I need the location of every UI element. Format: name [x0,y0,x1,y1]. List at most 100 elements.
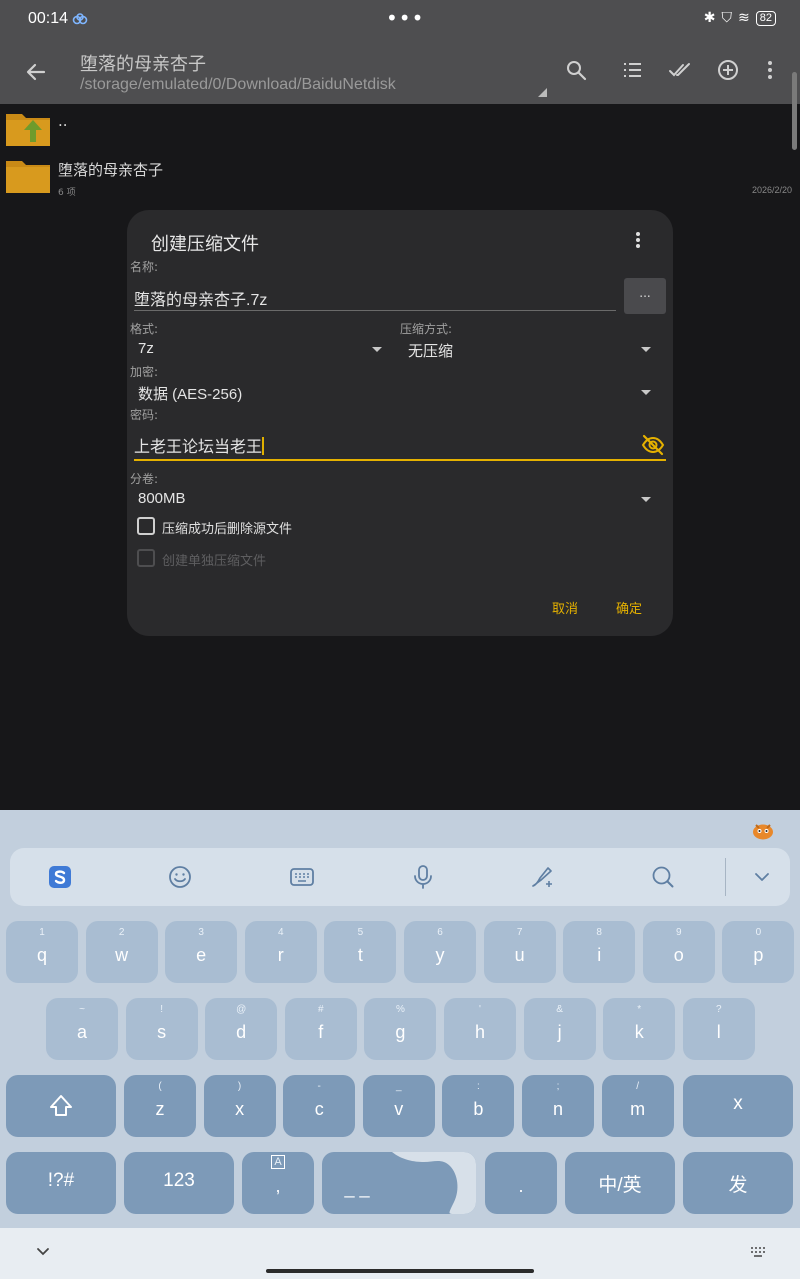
key-u[interactable]: 7u [483,921,556,983]
comma-key[interactable]: A , [242,1152,314,1214]
encryption-select[interactable]: 数据 (AES-256) [127,379,659,405]
key-a[interactable]: ~ a [46,998,118,1060]
key-l[interactable]: ? l [682,998,755,1060]
key-label: h [474,1022,485,1042]
overflow-menu-icon[interactable] [758,58,782,82]
key-hint: % [395,1004,405,1015]
password-input[interactable]: 上老王论坛当老王 [134,430,634,458]
key-label: u [514,945,525,965]
key-label: z [155,1099,165,1119]
key-y[interactable]: 6y [404,921,476,983]
visibility-off-icon[interactable] [641,434,665,456]
key-hint: / [636,1081,639,1092]
period-key[interactable]: . [485,1152,557,1214]
file-row-parent[interactable]: .. [0,108,800,154]
single-archive-checkbox[interactable] [137,549,155,567]
numbers-key[interactable]: 123 [124,1152,234,1214]
add-circle-icon[interactable] [716,58,740,82]
key-w[interactable]: 2w [85,921,158,983]
key-n[interactable]: ; n [522,1075,594,1137]
file-row-folder[interactable]: 堕落的母亲杏子 6 项 2026/2/20 [0,155,800,201]
delete-source-checkbox[interactable] [137,517,155,535]
send-key[interactable]: 发 [683,1152,793,1214]
key-d[interactable]: @ d [205,998,278,1060]
home-handle[interactable] [266,1269,534,1273]
key-k[interactable]: * k [603,998,676,1060]
key-label: o [673,945,684,965]
keyboard-layout-icon[interactable] [288,863,316,891]
method-value: 无压缩 [408,343,454,360]
key-j[interactable]: & j [523,998,596,1060]
dialog-menu-icon[interactable] [631,230,645,250]
shift-key[interactable] [6,1075,116,1137]
key-label: s [157,1022,167,1042]
format-label: 格式: [130,322,159,336]
key-label: g [395,1022,406,1042]
name-underline [134,310,616,311]
search-icon[interactable] [649,863,677,891]
create-archive-dialog: 创建压缩文件 名称: 堕落的母亲杏子.7z ... 格式: 7z 压缩方式: 无… [127,210,673,636]
key-s[interactable]: ! s [125,998,198,1060]
key-hint: 5 [357,927,364,938]
method-label: 压缩方式: [400,322,453,336]
cancel-button[interactable]: 取消 [552,598,578,617]
key-x[interactable]: ) x [203,1075,276,1137]
key-label: w [115,945,129,965]
key-i[interactable]: 8i [563,921,636,983]
select-all-icon[interactable] [668,58,692,82]
format-select[interactable]: 7z [127,336,389,362]
battery-icon: 82 [755,10,776,26]
collapse-keyboard-icon[interactable] [748,863,776,891]
key-hint: 6 [437,927,443,938]
key-b[interactable]: :b [442,1075,515,1137]
back-arrow-icon[interactable] [22,58,50,86]
key-c[interactable]: -c [283,1075,356,1137]
sogou-logo-icon[interactable] [46,863,74,891]
key-r[interactable]: 4r [244,921,317,983]
key-v[interactable]: _ v [362,1075,435,1137]
key-o[interactable]: 9o [642,921,715,983]
volume-label: 分卷: [130,472,159,486]
key-z[interactable]: (z [124,1075,196,1137]
file-name: 堕落的母亲杏子 [58,161,164,179]
archive-name-input[interactable]: 堕落的母亲杏子.7z [134,286,267,310]
handwriting-icon[interactable] [528,863,556,891]
key-m[interactable]: / m [601,1075,674,1137]
key-p[interactable]: 0p [722,921,795,983]
symbols-key[interactable]: !?# [6,1152,116,1214]
microphone-icon[interactable] [409,863,437,891]
key-label: j [557,1022,562,1042]
chevron-down-icon [372,347,382,352]
key-e[interactable]: 3e [165,921,238,983]
compression-method-select[interactable]: 无压缩 [397,336,659,362]
key-hint: _ [396,1081,402,1092]
key-f[interactable]: # f [284,998,357,1060]
file-name: .. [58,112,68,130]
volume-select[interactable]: 800MB [127,486,659,512]
chevron-down-icon [641,347,651,352]
key-t[interactable]: 5t [324,921,397,983]
delete-key[interactable]: x [683,1075,793,1137]
emoji-icon[interactable] [166,863,194,891]
numbers-key-label: 123 [163,1170,195,1191]
space-key[interactable]: _ _ [322,1152,476,1214]
key-g[interactable]: % g [364,998,437,1060]
key-h[interactable]: ' h [444,998,516,1060]
key-hint: 2 [118,927,125,938]
key-hint: ' [479,1004,481,1015]
mascot-icon[interactable] [752,822,774,840]
list-view-icon[interactable] [620,58,644,82]
single-archive-label: 创建单独压缩文件 [162,554,267,569]
browse-button[interactable]: ... [624,278,666,314]
ok-button[interactable]: 确定 [616,598,642,617]
key-hint: ) [237,1081,242,1092]
key-q[interactable]: 1q [6,921,78,983]
language-switch-key[interactable]: 中/英 [565,1152,675,1214]
keyboard-switch-icon[interactable] [749,1246,767,1258]
hide-keyboard-icon[interactable] [36,1246,50,1256]
send-key-label: 发 [728,1175,748,1196]
search-icon[interactable] [564,58,588,82]
navigation-bar [0,1228,800,1279]
key-hint: - [317,1081,321,1092]
wifi-icon: ≋ [738,10,750,26]
